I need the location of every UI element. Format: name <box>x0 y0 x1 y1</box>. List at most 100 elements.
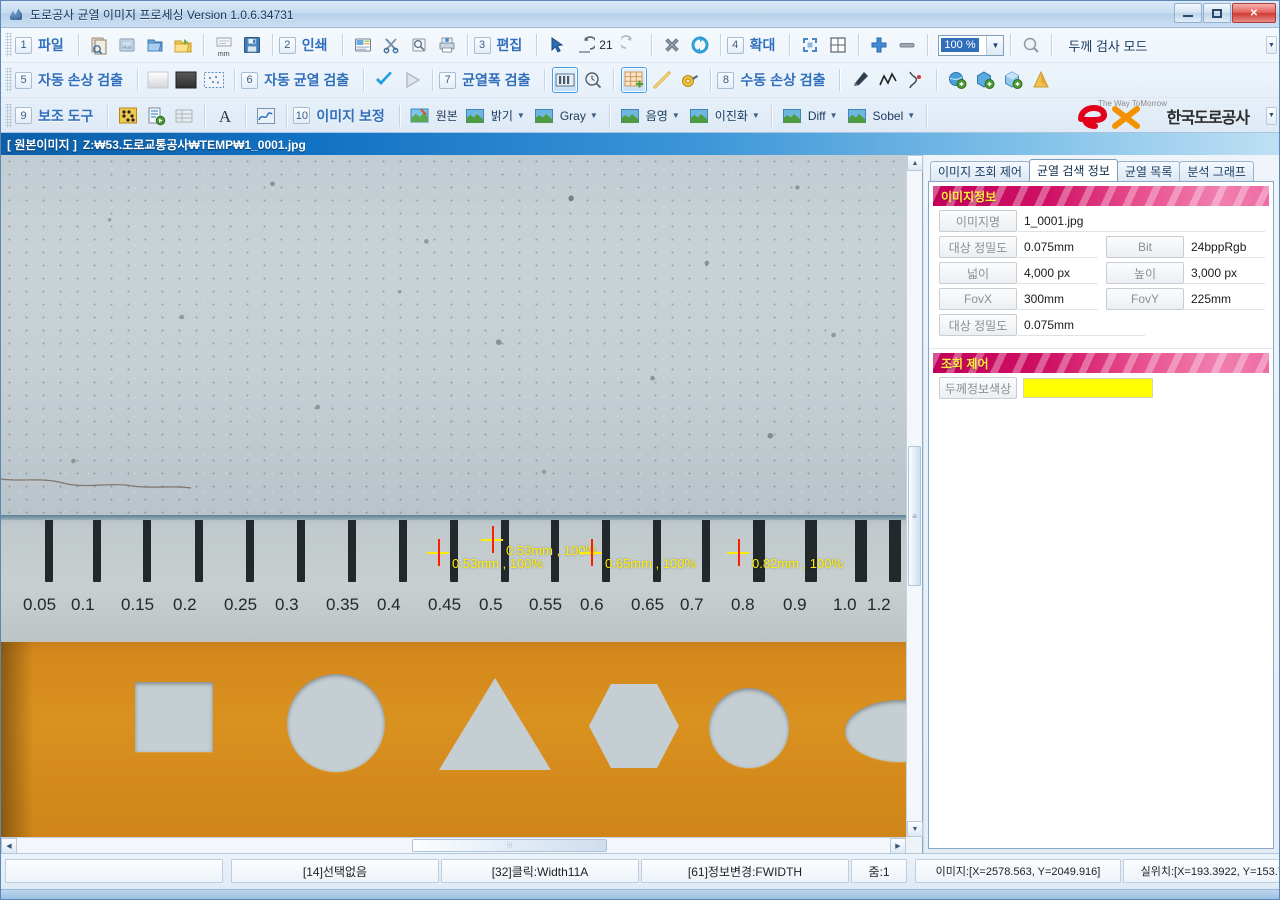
open-folder-yellow-icon[interactable] <box>170 32 196 58</box>
separator <box>770 104 772 127</box>
pen-icon[interactable] <box>847 67 873 93</box>
scroll-down-button[interactable]: ▼ <box>907 821 923 837</box>
save-icon[interactable] <box>239 32 265 58</box>
grid-add-icon[interactable] <box>621 67 648 93</box>
redo-icon[interactable] <box>618 32 644 58</box>
negative-label[interactable]: 음영 <box>646 107 668 124</box>
width-bars-icon[interactable] <box>552 67 579 93</box>
tab-2[interactable]: 균열 목록 <box>1116 161 1181 181</box>
binarize-icon[interactable] <box>686 103 712 129</box>
scroll-left-button[interactable]: ◀ <box>1 838 17 854</box>
value-height[interactable]: 3,000 px <box>1184 262 1265 284</box>
field-row-thickness-color: 두께정보색상 <box>939 377 1265 399</box>
diff-icon[interactable] <box>779 103 805 129</box>
line-tool-icon[interactable] <box>649 67 675 93</box>
gradient-white-icon[interactable] <box>145 67 171 93</box>
vertical-scroll-track[interactable]: ≡ <box>907 171 922 821</box>
zoom-out-icon[interactable] <box>894 32 920 58</box>
zoom-level-combo[interactable]: 100 % ▼ <box>938 34 1005 56</box>
fit-screen-icon[interactable] <box>797 32 823 58</box>
chevron-down-icon[interactable]: ▼ <box>830 111 838 120</box>
actual-size-icon[interactable] <box>825 32 851 58</box>
value-bit[interactable]: 24bppRgb <box>1184 236 1265 258</box>
chevron-down-icon[interactable]: ▼ <box>590 111 598 120</box>
zoom-in-icon[interactable] <box>866 32 892 58</box>
chevron-down-icon[interactable]: ▼ <box>986 35 1004 55</box>
horizontal-scrollbar[interactable]: ◀ ⦙⦙⦙ ▶ <box>1 837 906 854</box>
image-viewport[interactable]: 0.05 0.1 0.15 0.2 0.25 0.3 0.35 0.4 0.45 0.5 0.55 0… <box>1 155 923 854</box>
horizontal-scroll-thumb[interactable]: ⦙⦙⦙ <box>412 839 607 852</box>
delete-x-icon[interactable] <box>659 32 685 58</box>
minimize-button[interactable] <box>1174 3 1202 23</box>
image-info-icon[interactable] <box>114 32 140 58</box>
sobel-label[interactable]: Sobel <box>873 109 904 123</box>
open-image-icon[interactable] <box>86 32 112 58</box>
tab-0[interactable]: 이미지 조회 제어 <box>930 161 1030 181</box>
print-preview-icon[interactable] <box>406 32 432 58</box>
gradient-dark-icon[interactable] <box>173 67 199 93</box>
brightness-icon[interactable] <box>462 103 488 129</box>
negative-icon[interactable] <box>617 103 643 129</box>
value-width[interactable]: 4,000 px <box>1017 262 1098 284</box>
value-precision[interactable]: 0.075mm <box>1017 236 1098 258</box>
horizontal-scroll-track[interactable]: ⦙⦙⦙ <box>17 838 890 853</box>
print-icon[interactable] <box>434 32 460 58</box>
zoom-select-icon[interactable] <box>1018 32 1044 58</box>
dotted-region-icon[interactable] <box>201 67 227 93</box>
globe-blue-add-icon[interactable] <box>972 67 998 93</box>
export-icon[interactable] <box>143 103 169 129</box>
tools-scissors-icon[interactable] <box>378 32 404 58</box>
chevron-down-icon[interactable]: ▼ <box>672 111 680 120</box>
chevron-down-icon[interactable]: ▼ <box>907 111 915 120</box>
toolbar-overflow-button[interactable]: ▼ <box>1266 106 1277 125</box>
text-A-icon[interactable]: A <box>212 103 238 129</box>
gray-label[interactable]: Gray <box>560 109 586 123</box>
vertical-scrollbar[interactable]: ▲ ≡ ▼ <box>906 155 923 837</box>
refresh-icon[interactable] <box>687 32 713 58</box>
gray-icon[interactable] <box>531 103 557 129</box>
undo-icon[interactable] <box>572 32 598 58</box>
width-search-icon[interactable] <box>580 67 606 93</box>
scroll-up-button[interactable]: ▲ <box>907 155 923 171</box>
original-icon[interactable] <box>407 103 433 129</box>
grid-dots-icon[interactable] <box>115 103 141 129</box>
diff-label[interactable]: Diff <box>808 109 826 123</box>
tab-3[interactable]: 분석 그래프 <box>1179 161 1254 181</box>
curve-icon[interactable] <box>253 103 279 129</box>
toolbar-grip[interactable] <box>5 33 12 57</box>
sobel-icon[interactable] <box>844 103 870 129</box>
vertical-scroll-thumb[interactable]: ≡ <box>908 446 921 586</box>
toolbar-grip[interactable] <box>5 68 12 92</box>
value-image-name[interactable]: 1_0001.jpg <box>1017 210 1265 232</box>
toolbar-overflow-button[interactable]: ▼ <box>1266 36 1277 54</box>
measure-tape-icon[interactable] <box>677 67 703 93</box>
value-precision-2[interactable]: 0.075mm <box>1017 314 1145 336</box>
cone-orange-icon[interactable] <box>1028 67 1054 93</box>
brightness-label[interactable]: 밝기 <box>491 107 513 124</box>
maximize-button[interactable] <box>1203 3 1231 23</box>
pointer-icon[interactable] <box>544 32 570 58</box>
toolbar-grip[interactable] <box>5 103 12 128</box>
value-fovx[interactable]: 300mm <box>1017 288 1098 310</box>
scroll-right-button[interactable]: ▶ <box>890 838 906 854</box>
cube-blue-icon[interactable] <box>1000 67 1026 93</box>
report-icon[interactable] <box>350 32 376 58</box>
ruler-tick <box>297 520 305 582</box>
image-canvas[interactable]: 0.05 0.1 0.15 0.2 0.25 0.3 0.35 0.4 0.45 0.5 0.55 0… <box>1 155 906 837</box>
table-gray-icon[interactable] <box>171 103 197 129</box>
chevron-down-icon[interactable]: ▼ <box>752 111 760 120</box>
original-label[interactable]: 원본 <box>436 107 458 124</box>
thickness-color-swatch[interactable] <box>1023 378 1153 398</box>
mm-settings-icon[interactable]: mm <box>211 32 237 58</box>
value-fovy[interactable]: 225mm <box>1184 288 1265 310</box>
polyline-icon[interactable] <box>875 67 901 93</box>
check-blue-icon[interactable] <box>371 67 397 93</box>
tab-1[interactable]: 균열 검색 정보 <box>1028 159 1118 181</box>
play-gray-icon[interactable] <box>399 67 425 93</box>
crack-trace-icon[interactable] <box>903 67 929 93</box>
close-button[interactable]: ✕ <box>1232 3 1276 23</box>
chevron-down-icon[interactable]: ▼ <box>517 111 525 120</box>
binarize-label[interactable]: 이진화 <box>715 107 748 124</box>
open-folder-blue-icon[interactable] <box>142 32 168 58</box>
globe-green-icon[interactable] <box>944 67 970 93</box>
